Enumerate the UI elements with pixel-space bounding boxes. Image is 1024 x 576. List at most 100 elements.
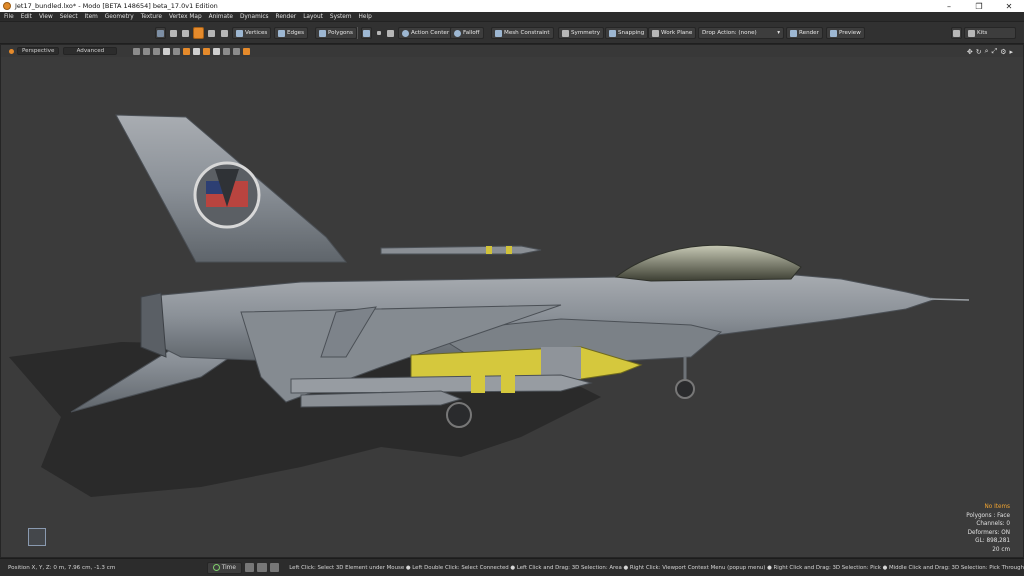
menu-view[interactable]: View [39,14,53,20]
item-mode-icon [170,29,177,37]
shaded-icon[interactable] [153,47,161,55]
command-history-icon[interactable] [257,563,267,572]
menu-geometry[interactable]: Geometry [105,14,134,20]
advanced-icon[interactable] [183,47,191,55]
falloff-icon [454,29,461,37]
menu-help[interactable]: Help [359,14,372,20]
canopy [614,244,802,282]
main-toolbar: Vertices Edges Polygons Action Center Fa… [0,22,1024,44]
person-select-icon [157,29,164,37]
menu-select[interactable]: Select [60,14,78,20]
camera-icon[interactable] [203,47,211,55]
menu-file[interactable]: File [4,14,14,20]
select-mode-button[interactable] [155,27,166,39]
nose-gear-wheel [675,379,695,399]
drop-action-select[interactable]: Drop Action: (none) ▾ [698,27,784,39]
layout-toggle-icon[interactable] [269,563,280,572]
menu-layout[interactable]: Layout [303,14,323,20]
texture-icon[interactable] [163,47,171,55]
grid-icon[interactable] [133,47,141,55]
pivot-mode-button[interactable] [219,27,230,39]
auto-select-button[interactable] [193,27,204,39]
lighting-icon[interactable] [173,47,181,55]
viewport-expand-icon[interactable]: ▸ [1009,48,1013,56]
viewport-menu-icon[interactable] [9,48,14,54]
menu-system[interactable]: System [330,14,352,20]
kits-icon [968,29,975,37]
status-bar: Position X, Y, Z: 0 m, 7.96 cm, -1.3 cm … [0,558,1024,576]
work-plane-icon [652,29,659,37]
render-button[interactable]: Render [786,27,823,39]
search-button[interactable] [951,27,962,39]
deformers-info: Deformers: ON [967,529,1010,536]
edges-button[interactable]: Edges [274,27,308,39]
mesh-constraint-button[interactable]: Mesh Constraint [491,27,554,39]
menu-edit[interactable]: Edit [21,14,32,20]
wingtip-missile [380,245,542,255]
view-mode-dropdown[interactable]: Perspective [17,47,60,55]
render-label: Render [799,30,819,36]
bounding-box-icon[interactable] [233,47,241,55]
move-view-icon[interactable]: ✥ [967,48,973,56]
item-mode-button[interactable] [168,27,179,39]
component-type-icon [363,29,370,37]
menu-animate[interactable]: Animate [209,14,233,20]
work-plane-button[interactable]: Work Plane [648,27,697,39]
falloff-button[interactable]: Falloff [450,27,484,39]
symmetry-button[interactable]: Symmetry [558,27,605,39]
render-icon [790,29,797,37]
missile-band [471,375,485,393]
render-preview-icon[interactable] [243,47,251,55]
snapping-label: Snapping [618,30,645,36]
rotate-view-icon[interactable]: ↻ [976,48,982,56]
transform-tools-button[interactable] [385,27,396,39]
zoom-view-icon[interactable]: ⌕ [985,47,989,56]
time-button[interactable]: Time [206,561,242,574]
timeline-toggle-icon[interactable] [244,563,255,572]
polygons-button[interactable]: Polygons [315,27,357,39]
preview-button[interactable]: Preview [826,27,865,39]
materials-mode-button[interactable] [206,27,217,39]
shading-mode-dropdown[interactable]: Advanced [63,47,118,55]
menu-vertex-map[interactable]: Vertex Map [169,14,202,20]
main-gear-wheel [446,402,472,428]
selection-info: No Items [984,504,1010,510]
fit-view-icon[interactable]: ⤢ [992,47,998,56]
pivot-icon [221,29,228,37]
clock-icon [212,564,220,571]
menu-render[interactable]: Render [276,14,297,20]
vertices-icon [236,29,243,37]
menu-bar: File Edit View Select Item Geometry Text… [0,12,1024,22]
menu-texture[interactable]: Texture [141,14,162,20]
action-center-icon [402,29,409,37]
chevron-down-icon: ▾ [777,30,780,36]
minimize-button[interactable]: – [934,0,964,12]
3d-viewport[interactable]: Perspective Advanced ✥ ↻ ⌕ ⤢ ⚙ ▸ No Item… [0,44,1024,558]
action-center-button[interactable]: Action Center [398,27,454,39]
window-title: Jet17_bundled.lxo* - Modo [BETA 148654] … [15,2,218,10]
bomb-nose-section [541,347,581,379]
close-button[interactable]: ✕ [994,0,1024,12]
reflection-icon[interactable] [193,47,201,55]
viewport-visibility-icons [133,47,251,55]
transform-icon [182,29,189,37]
overlay-icon[interactable] [223,47,231,55]
transform-button[interactable] [180,27,191,39]
component-dropdown[interactable] [373,27,384,39]
work-plane-label: Work Plane [661,30,693,36]
kits-button[interactable]: Kits [964,27,1016,39]
background-icon[interactable] [213,47,221,55]
snapping-icon [609,29,616,37]
wireframe-icon[interactable] [143,47,151,55]
auto-select-icon [195,29,202,37]
menu-dynamics[interactable]: Dynamics [240,14,269,20]
maximize-button[interactable]: ❐ [964,0,994,12]
viewport-settings-icon[interactable]: ⚙ [1000,48,1006,56]
component-type-button[interactable] [361,27,372,39]
vertices-button[interactable]: Vertices [232,27,272,39]
symmetry-icon [562,29,569,37]
edges-label: Edges [287,30,304,36]
exhaust-nozzle [140,292,167,358]
menu-item[interactable]: Item [85,14,98,20]
snapping-button[interactable]: Snapping [605,27,649,39]
